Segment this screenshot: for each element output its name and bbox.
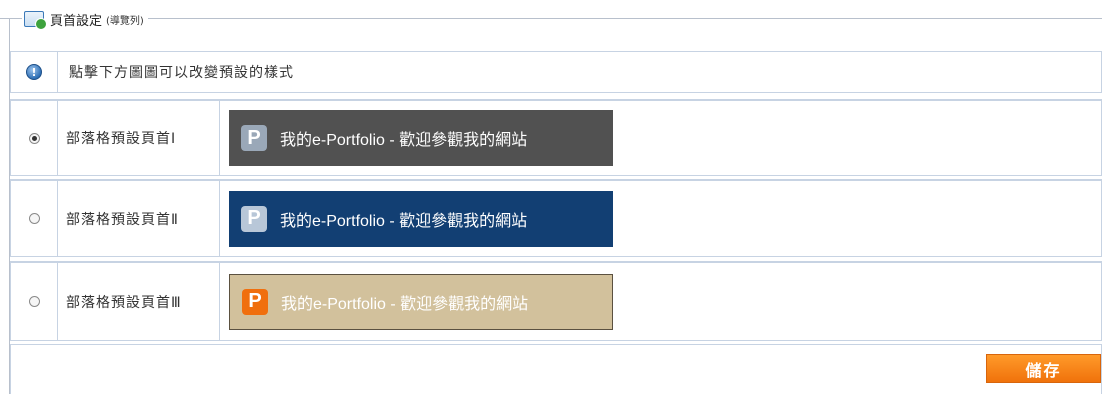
info-icon: ! [26, 64, 42, 80]
portfolio-logo-icon: P [241, 205, 267, 232]
preview-cell: P 我的e-Portfolio - 歡迎參觀我的網站 [221, 263, 1101, 340]
header-option-1-row: 部落格預設頁首Ⅰ P 我的e-Portfolio - 歡迎參觀我的網站 [10, 99, 1102, 176]
portfolio-logo-icon: P [241, 125, 267, 151]
banner-text: 我的e-Portfolio - 歡迎參觀我的網站 [281, 295, 529, 313]
header-option-3-preview[interactable]: P 我的e-Portfolio - 歡迎參觀我的網站 [229, 273, 613, 330]
header-option-2-radio[interactable] [28, 213, 40, 224]
header-option-3-row: 部落格預設頁首Ⅲ P 我的e-Portfolio - 歡迎參觀我的網站 [10, 261, 1102, 341]
portfolio-logo-icon: P [242, 288, 268, 315]
banner-text: 我的e-Portfolio - 歡迎參觀我的網站 [280, 132, 528, 149]
info-icon-cell: ! [11, 52, 58, 92]
header-option-2-preview[interactable]: P 我的e-Portfolio - 歡迎參觀我的網站 [229, 190, 613, 247]
preview-cell: P 我的e-Portfolio - 歡迎參觀我的網站 [221, 101, 1101, 175]
fieldset-legend: 頁首設定 (導覽列) [22, 8, 148, 30]
header-option-3-label: 部落格預設頁首Ⅲ [57, 263, 220, 340]
preview-cell: P 我的e-Portfolio - 歡迎參觀我的網站 [221, 181, 1101, 256]
header-option-3-radio[interactable] [28, 296, 40, 307]
info-text: 點擊下方圖圖可以改變預設的樣式 [69, 65, 294, 81]
header-option-1-label: 部落格預設頁首Ⅰ [57, 101, 220, 175]
info-row: ! 點擊下方圖圖可以改變預設的樣式 [10, 51, 1102, 93]
header-option-2-row: 部落格預設頁首Ⅱ P 我的e-Portfolio - 歡迎參觀我的網站 [10, 179, 1102, 257]
save-row: 儲存 [10, 344, 1102, 394]
page-header-settings-icon [24, 11, 47, 30]
radio-cell [11, 101, 58, 175]
radio-cell [11, 181, 58, 256]
legend-title: 頁首設定 [50, 13, 103, 29]
header-option-1-radio[interactable] [28, 132, 40, 144]
header-option-1-preview[interactable]: P 我的e-Portfolio - 歡迎參觀我的網站 [229, 110, 613, 166]
radio-cell [11, 263, 58, 340]
legend-subtitle: (導覽列) [106, 15, 144, 27]
save-button[interactable]: 儲存 [986, 354, 1101, 383]
fieldset-border-top [0, 18, 1102, 19]
banner-text: 我的e-Portfolio - 歡迎參觀我的網站 [280, 212, 528, 230]
header-option-2-label: 部落格預設頁首Ⅱ [57, 181, 220, 256]
